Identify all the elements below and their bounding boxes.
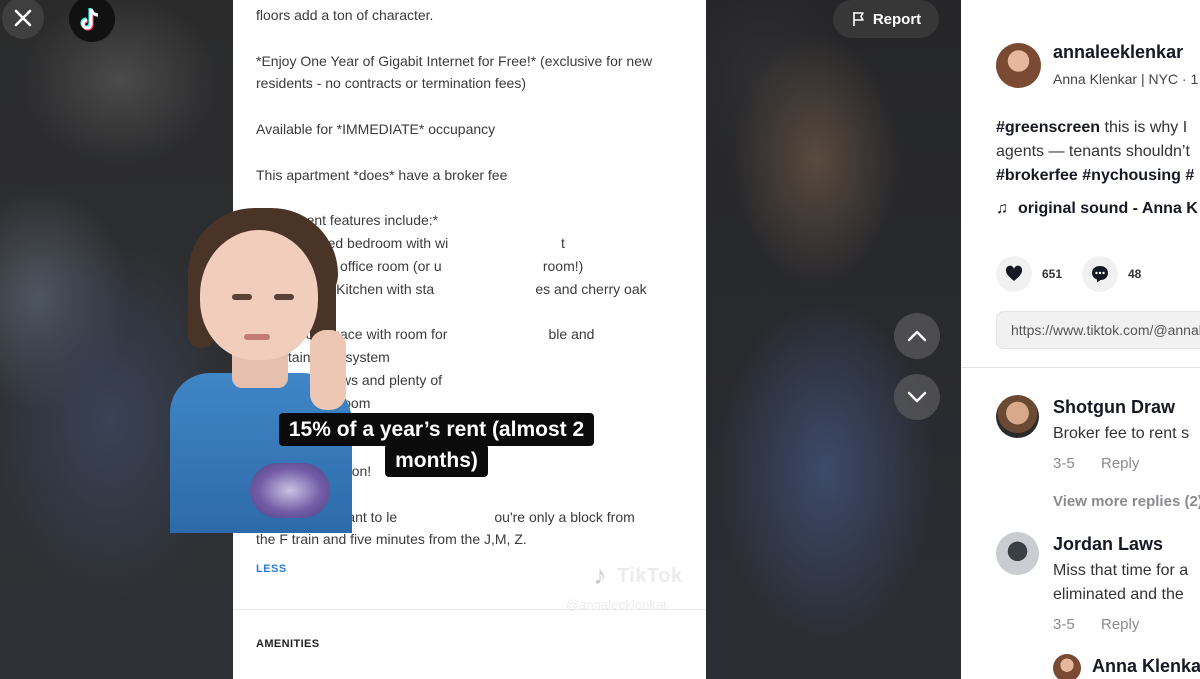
hashtag-truncated[interactable]: # bbox=[1181, 167, 1194, 184]
divider bbox=[961, 367, 1200, 368]
less-link: LESS bbox=[256, 563, 287, 575]
watermark-handle: @annaleeklenkar bbox=[566, 597, 668, 612]
report-button[interactable]: Report bbox=[833, 0, 939, 38]
listing-line: floors add a ton of character. bbox=[256, 7, 434, 23]
tiktok-logo-icon bbox=[80, 8, 99, 31]
listing-line: *Enjoy One Year of Gigabit Internet for … bbox=[256, 52, 653, 69]
commenter-name[interactable]: Jordan Laws bbox=[1053, 534, 1163, 555]
listing-line: This apartment *does* have a broker fee bbox=[256, 166, 508, 183]
share-link-field[interactable]: https://www.tiktok.com/@annaleeklenkar bbox=[996, 311, 1200, 349]
listing-line: Available for *IMMEDIATE* occupancy bbox=[256, 120, 496, 137]
flag-icon bbox=[853, 12, 864, 26]
hashtag-brokerfee[interactable]: #brokerfee bbox=[996, 167, 1078, 184]
comment-date: 3-5 bbox=[1053, 455, 1075, 472]
description-text-2: agents — tenants shouldn’t bbox=[996, 143, 1190, 160]
amenities-heading: AMENITIES bbox=[256, 638, 320, 650]
reply-button[interactable]: Reply bbox=[1101, 616, 1139, 633]
commenter-avatar[interactable] bbox=[996, 532, 1039, 575]
listing-gap bbox=[256, 141, 696, 164]
chevron-up-icon bbox=[907, 330, 927, 342]
chevron-down-icon bbox=[907, 391, 927, 403]
comment-text: eliminated and the bbox=[1053, 586, 1184, 603]
details-sidebar: annaleeklenkar Anna Klenkar | NYC · 1 #g… bbox=[961, 0, 1200, 679]
listing-gap bbox=[256, 27, 696, 50]
listing-line: residents - no contracts or termination … bbox=[256, 75, 527, 92]
caption-line-1: 15% of a year’s rent (almost 2 bbox=[278, 413, 595, 446]
author-meta: Anna Klenkar | NYC · 1 bbox=[1053, 71, 1199, 87]
comment-stat[interactable]: 48 bbox=[1082, 256, 1141, 292]
previous-video-button[interactable] bbox=[894, 313, 940, 359]
next-video-button[interactable] bbox=[894, 374, 940, 420]
creator-greenscreen-overlay bbox=[170, 208, 352, 533]
watermark-text: TikTok bbox=[617, 565, 683, 587]
comment-button[interactable] bbox=[1082, 256, 1118, 292]
listing-gap bbox=[256, 186, 696, 209]
description-text-1: this is why I bbox=[1100, 119, 1188, 136]
comment-text: Broker fee to rent s bbox=[1053, 425, 1190, 442]
reply-button[interactable]: Reply bbox=[1101, 455, 1139, 472]
comment-count: 48 bbox=[1128, 267, 1142, 281]
report-label: Report bbox=[872, 10, 922, 28]
video-stage: floors add a ton of character. *Enjoy One… bbox=[0, 0, 961, 679]
video-description: #greenscreen this is why I agents — tena… bbox=[996, 116, 1200, 188]
like-stat[interactable]: 651 bbox=[996, 256, 1062, 292]
reply-author-name[interactable]: Anna Klenkar bbox=[1092, 656, 1200, 677]
listing-gap bbox=[256, 95, 696, 118]
comment-date: 3-5 bbox=[1053, 616, 1075, 633]
commenter-name[interactable]: Shotgun Draw bbox=[1053, 397, 1175, 418]
hashtag-greenscreen[interactable]: #greenscreen bbox=[996, 119, 1100, 136]
author-username[interactable]: annaleeklenkar bbox=[1053, 42, 1183, 63]
music-label: original sound - Anna K bbox=[1018, 200, 1198, 217]
video-caption: 15% of a year’s rent (almost 2 months) bbox=[274, 413, 599, 477]
tiktok-watermark-icon: ♪ bbox=[593, 560, 607, 590]
author-avatar[interactable] bbox=[996, 43, 1041, 88]
hashtag-nychousing[interactable]: #nychousing bbox=[1078, 167, 1181, 184]
caption-line-2: months) bbox=[385, 444, 488, 477]
reply-avatar[interactable] bbox=[1053, 654, 1081, 679]
music-note-icon: ♫ bbox=[996, 200, 1008, 217]
view-more-replies-link[interactable]: View more replies (2) bbox=[1053, 493, 1200, 510]
music-link[interactable]: ♫ original sound - Anna K bbox=[996, 200, 1198, 218]
close-icon bbox=[14, 9, 32, 27]
heart-icon bbox=[1005, 265, 1023, 281]
comment-text: Miss that time for a bbox=[1053, 562, 1189, 579]
commenter-avatar[interactable] bbox=[996, 395, 1039, 438]
comment-icon bbox=[1092, 266, 1108, 283]
like-button[interactable] bbox=[996, 256, 1032, 292]
like-count: 651 bbox=[1042, 267, 1063, 281]
